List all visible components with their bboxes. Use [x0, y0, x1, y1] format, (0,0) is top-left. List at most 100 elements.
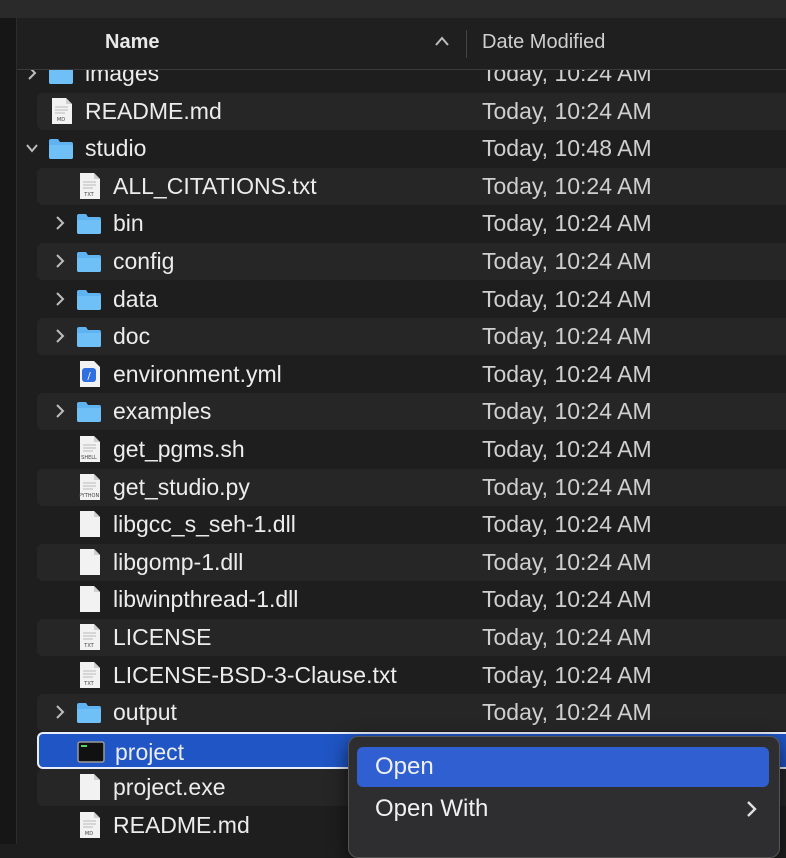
date-modified: Today, 10:24 AM	[482, 248, 652, 274]
folder-row[interactable]: doc Today, 10:24 AM	[37, 318, 786, 356]
blank-file-icon	[80, 586, 100, 613]
file-name: output	[113, 699, 177, 726]
menu-item-open-with[interactable]: Open With	[357, 789, 769, 829]
chevron-right-icon[interactable]	[53, 703, 67, 721]
blank-file-icon	[80, 774, 100, 801]
chevron-right-icon	[747, 801, 757, 817]
file-name: project	[115, 738, 185, 765]
folder-icon	[77, 402, 101, 423]
file-row[interactable]: TXT LICENSE-BSD-3-Clause.txt Today, 10:24 …	[37, 657, 786, 694]
date-modified: Today, 10:24 AM	[482, 586, 652, 613]
folder-icon	[77, 214, 101, 235]
chevron-right-icon[interactable]	[25, 70, 39, 82]
date-modified: Today, 10:24 AM	[482, 360, 652, 387]
yaml-file-icon: /	[80, 360, 100, 387]
file-row[interactable]: MD README.md Today, 10:24 AM	[37, 92, 786, 130]
file-name: get_studio.py	[113, 473, 250, 500]
file-type-badge: SHELL	[81, 455, 97, 461]
chevron-down-icon[interactable]	[25, 139, 39, 157]
date-modified: Today, 10:24 AM	[482, 661, 652, 688]
file-name: LICENSE-BSD-3-Clause.txt	[113, 661, 397, 688]
file-name: examples	[113, 398, 212, 425]
menu-item-open-with-label: Open With	[375, 795, 489, 822]
folder-row[interactable]: output Today, 10:24 AM	[37, 694, 786, 732]
file-name: studio	[85, 135, 147, 162]
date-modified: Today, 10:24 AM	[482, 548, 652, 575]
file-row[interactable]: libgomp-1.dll Today, 10:24 AM	[37, 543, 786, 581]
folder-icon	[49, 70, 73, 84]
folder-icon	[77, 327, 101, 348]
folder-row[interactable]: config Today, 10:24 AM	[37, 243, 786, 280]
file-type-badge: TXT	[84, 191, 94, 198]
file-name: data	[113, 285, 158, 312]
file-row[interactable]: PYTHON get_studio.py Today, 10:24 AM	[37, 468, 786, 506]
file-name: libwinpthread-1.dll	[113, 586, 299, 613]
file-type-badge: PYTHON	[78, 492, 100, 499]
file-name: libgomp-1.dll	[113, 548, 244, 575]
menu-item-open[interactable]: Open	[357, 747, 769, 787]
date-modified: Today, 10:24 AM	[482, 511, 652, 538]
file-row[interactable]: SHELL get_pgms.sh Today, 10:24 AM	[37, 431, 786, 468]
terminal-executable-icon	[77, 741, 105, 763]
toolbar-strip	[0, 0, 786, 18]
file-row[interactable]: TXT LICENSE Today, 10:24 AM	[37, 619, 786, 656]
folder-icon	[77, 703, 101, 724]
sidebar-edge	[0, 18, 17, 844]
date-modified: Today, 10:24 AM	[482, 473, 652, 500]
file-row[interactable]: libgcc_s_seh-1.dll Today, 10:24 AM	[37, 506, 786, 543]
folder-row[interactable]: examples Today, 10:24 AM	[37, 393, 786, 431]
file-name: ALL_CITATIONS.txt	[113, 172, 317, 199]
date-modified: Today, 10:24 AM	[482, 398, 652, 425]
file-type-badge: TXT	[84, 680, 94, 687]
sort-ascending-icon[interactable]	[433, 34, 451, 48]
file-name: environment.yml	[113, 360, 282, 387]
file-name: LICENSE	[113, 624, 212, 650]
column-divider[interactable]	[466, 30, 467, 58]
file-name: images	[85, 70, 160, 86]
file-name: get_pgms.sh	[113, 436, 245, 462]
folder-row[interactable]: studio Today, 10:48 AM	[26, 130, 786, 167]
date-modified: Today, 10:24 AM	[482, 172, 652, 199]
file-list: images Today, 10:24 AM MD README.md Today, 1…	[17, 70, 786, 844]
folder-icon	[77, 289, 101, 310]
file-name: doc	[113, 323, 151, 350]
file-type-badge: TXT	[84, 643, 94, 649]
file-type-badge: MD	[84, 831, 94, 837]
folder-row[interactable]: data Today, 10:24 AM	[37, 281, 786, 318]
folder-row[interactable]: images Today, 10:24 AM	[28, 70, 786, 92]
date-modified: Today, 10:24 AM	[482, 323, 652, 350]
name-column-header[interactable]: Name	[105, 31, 159, 54]
chevron-right-icon[interactable]	[53, 402, 67, 420]
date-modified: Today, 10:24 AM	[482, 699, 652, 726]
menu-item-open-label: Open	[375, 753, 434, 780]
file-row[interactable]: / environment.yml Today, 10:24 AM	[37, 356, 786, 393]
file-type-badge: MD	[56, 116, 66, 123]
file-name: libgcc_s_seh-1.dll	[113, 511, 296, 538]
date-modified: Today, 10:24 AM	[482, 70, 652, 86]
chevron-right-icon[interactable]	[53, 290, 67, 308]
date-modified: Today, 10:24 AM	[482, 285, 652, 312]
chevron-right-icon[interactable]	[53, 252, 67, 270]
file-name: bin	[113, 210, 144, 237]
file-name: project.exe	[113, 774, 226, 801]
date-modified-column-header[interactable]: Date Modified	[482, 31, 605, 54]
column-header: Name Date Modified	[17, 18, 786, 70]
folder-icon	[49, 139, 73, 160]
date-modified: Today, 10:24 AM	[482, 436, 652, 462]
chevron-right-icon[interactable]	[53, 214, 67, 232]
date-modified: Today, 10:48 AM	[482, 135, 652, 162]
chevron-right-icon[interactable]	[53, 327, 67, 345]
date-modified: Today, 10:24 AM	[482, 97, 652, 124]
blank-file-icon	[80, 511, 100, 538]
folder-row[interactable]: bin Today, 10:24 AM	[37, 205, 786, 242]
date-modified: Today, 10:24 AM	[482, 210, 652, 237]
file-name: README.md	[113, 812, 250, 838]
context-menu: Open Open With	[348, 736, 780, 858]
file-row[interactable]: libwinpthread-1.dll Today, 10:24 AM	[37, 581, 786, 618]
file-name: README.md	[85, 97, 222, 124]
file-row[interactable]: TXT ALL_CITATIONS.txt Today, 10:24 AM	[37, 167, 786, 205]
date-modified: Today, 10:24 AM	[482, 624, 652, 650]
blank-file-icon	[80, 548, 100, 575]
file-name: config	[113, 248, 175, 274]
folder-icon	[77, 252, 101, 272]
